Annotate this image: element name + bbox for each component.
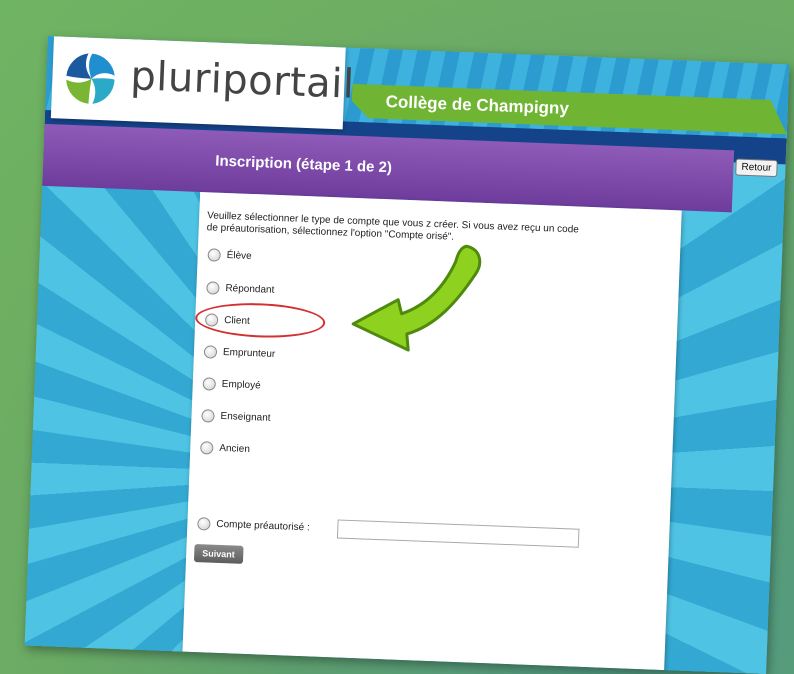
- option-compte-preautorise[interactable]: Compte préautorisé :: [197, 517, 310, 534]
- radio-button[interactable]: [206, 281, 220, 295]
- radio-button[interactable]: [197, 517, 211, 531]
- radio-button[interactable]: [207, 248, 221, 262]
- option-label: Élève: [226, 250, 252, 262]
- next-button[interactable]: Suivant: [193, 544, 244, 564]
- option-eleve[interactable]: Élève: [207, 248, 252, 263]
- option-label: Compte préautorisé :: [216, 518, 310, 534]
- option-label: Emprunteur: [222, 346, 276, 360]
- preauthorized-code-input[interactable]: [336, 519, 580, 548]
- pluriportail-logo-icon: [64, 51, 119, 106]
- registration-panel: Veuillez sélectionner le type de compte …: [182, 191, 682, 671]
- option-label: Répondant: [225, 283, 275, 296]
- logo-text: pluriportail: [129, 53, 356, 108]
- radio-button[interactable]: [201, 409, 215, 423]
- option-enseignant[interactable]: Enseignant: [201, 409, 271, 425]
- radio-button[interactable]: [202, 377, 217, 391]
- logo-box[interactable]: pluriportail: [50, 36, 355, 130]
- option-label: Enseignant: [220, 410, 271, 424]
- back-button[interactable]: Retour: [735, 158, 778, 178]
- screenshot-frame: pluriportail Collège de Champigny Retour…: [24, 36, 790, 674]
- option-emprunteur[interactable]: Emprunteur: [203, 345, 276, 361]
- radio-button[interactable]: [200, 441, 214, 455]
- option-employe[interactable]: Employé: [202, 377, 261, 392]
- green-arrow-icon: [351, 244, 482, 352]
- school-name: Collège de Champigny: [385, 92, 570, 119]
- option-label: Ancien: [219, 442, 251, 456]
- option-ancien[interactable]: Ancien: [200, 441, 250, 456]
- highlight-circle: [194, 300, 326, 340]
- option-repondant[interactable]: Répondant: [206, 281, 275, 297]
- radio-button[interactable]: [203, 345, 218, 359]
- option-label: Employé: [221, 378, 261, 392]
